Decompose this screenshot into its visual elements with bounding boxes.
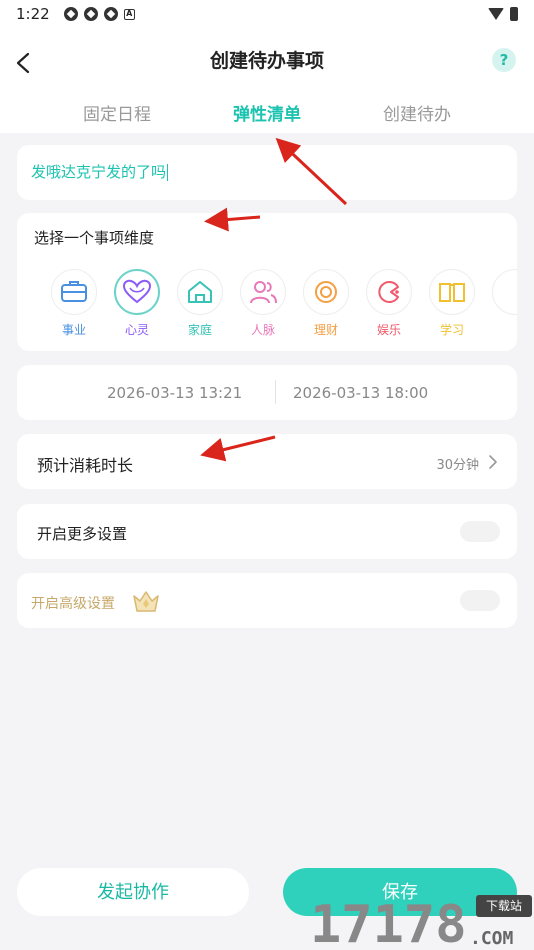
dimension-item-mind[interactable]: 心灵	[109, 269, 165, 338]
book-icon	[439, 283, 465, 302]
dimension-item-finance[interactable]: 理财	[298, 269, 354, 338]
status-bar: 1:22 A	[0, 0, 534, 28]
app-notification-icon	[63, 7, 78, 21]
dimension-name: 人脉	[250, 323, 275, 337]
coin-icon	[315, 281, 337, 303]
advanced-settings-toggle[interactable]	[460, 590, 500, 611]
game-icon	[378, 281, 399, 303]
dimension-item-study[interactable]: 学习	[424, 269, 480, 338]
time-divider	[275, 380, 276, 404]
tab-fixed-schedule[interactable]: 固定日程	[57, 100, 177, 125]
dimension-name: 心灵	[124, 323, 149, 337]
duration-row[interactable]: 预计消耗时长 30分钟	[17, 434, 517, 489]
crown-icon	[133, 591, 159, 612]
status-time: 1:22	[16, 5, 50, 23]
task-title-value: 发哦达克宁发的了吗	[31, 163, 167, 181]
more-settings-label: 开启更多设置	[37, 525, 128, 543]
dimension-item-more[interactable]	[487, 269, 517, 315]
watermark-logo: 17178 .COM 下载站	[310, 888, 534, 950]
dimension-name: 事业	[61, 323, 86, 337]
app-notification-icon	[83, 7, 98, 21]
dimension-item-family[interactable]: 家庭	[172, 269, 228, 338]
task-title-card: 发哦达克宁发的了吗	[17, 145, 517, 200]
more-settings-row: 开启更多设置	[17, 504, 517, 559]
dimension-label: 选择一个事项维度	[34, 229, 155, 247]
a-notification-icon: A	[123, 8, 135, 20]
dimension-item-network[interactable]: 人脉	[235, 269, 291, 338]
dimension-name: 理财	[313, 323, 338, 337]
start-time[interactable]: 2026-03-13 13:21	[107, 384, 242, 402]
time-range-card: 2026-03-13 13:21 2026-03-13 18:00	[17, 365, 517, 420]
chevron-right-icon	[489, 455, 497, 469]
header: 创建待办事项 ? 固定日程 弹性清单 创建待办	[0, 28, 534, 133]
duration-label: 预计消耗时长	[37, 456, 134, 475]
tab-flexible-list[interactable]: 弹性清单	[207, 100, 327, 125]
watermark-badge: 下载站	[476, 895, 532, 917]
status-system-icons	[488, 7, 518, 21]
heart-icon	[122, 279, 152, 304]
page-title: 创建待办事项	[209, 50, 324, 72]
text-caret	[167, 164, 169, 181]
app-notification-icon	[103, 7, 118, 21]
dimension-name: 学习	[439, 323, 464, 337]
end-time[interactable]: 2026-03-13 18:00	[293, 384, 428, 402]
tab-bar: 固定日程 弹性清单 创建待办	[0, 100, 534, 128]
wifi-icon	[488, 8, 504, 20]
tab-create-todo[interactable]: 创建待办	[357, 100, 477, 125]
status-notification-icons: A	[63, 7, 135, 21]
help-icon[interactable]: ?	[492, 48, 516, 72]
advanced-settings-label: 开启高级设置	[31, 596, 115, 612]
collaborate-button[interactable]: 发起协作	[17, 868, 249, 916]
duration-value: 30分钟	[436, 458, 479, 473]
dimension-name: 娱乐	[376, 323, 401, 337]
dimension-item-entertainment[interactable]: 娱乐	[361, 269, 417, 338]
dimension-list[interactable]: 事业 心灵 家庭 人脉 理财 娱乐 学习	[51, 269, 517, 349]
people-icon	[250, 281, 277, 304]
dimension-item-career[interactable]: 事业	[46, 269, 102, 338]
watermark-suffix: .COM	[470, 928, 514, 948]
watermark-number: 17178	[310, 895, 467, 948]
task-title-input[interactable]: 发哦达克宁发的了吗	[31, 161, 501, 183]
more-settings-toggle[interactable]	[460, 521, 500, 542]
briefcase-icon	[61, 281, 87, 302]
dimension-name: 家庭	[187, 323, 212, 337]
advanced-settings-row: 开启高级设置	[17, 573, 517, 628]
battery-icon	[510, 7, 518, 21]
home-icon	[188, 281, 212, 303]
dimension-card: 选择一个事项维度 事业 心灵 家庭 人脉 理财 娱乐 学习	[17, 213, 517, 351]
